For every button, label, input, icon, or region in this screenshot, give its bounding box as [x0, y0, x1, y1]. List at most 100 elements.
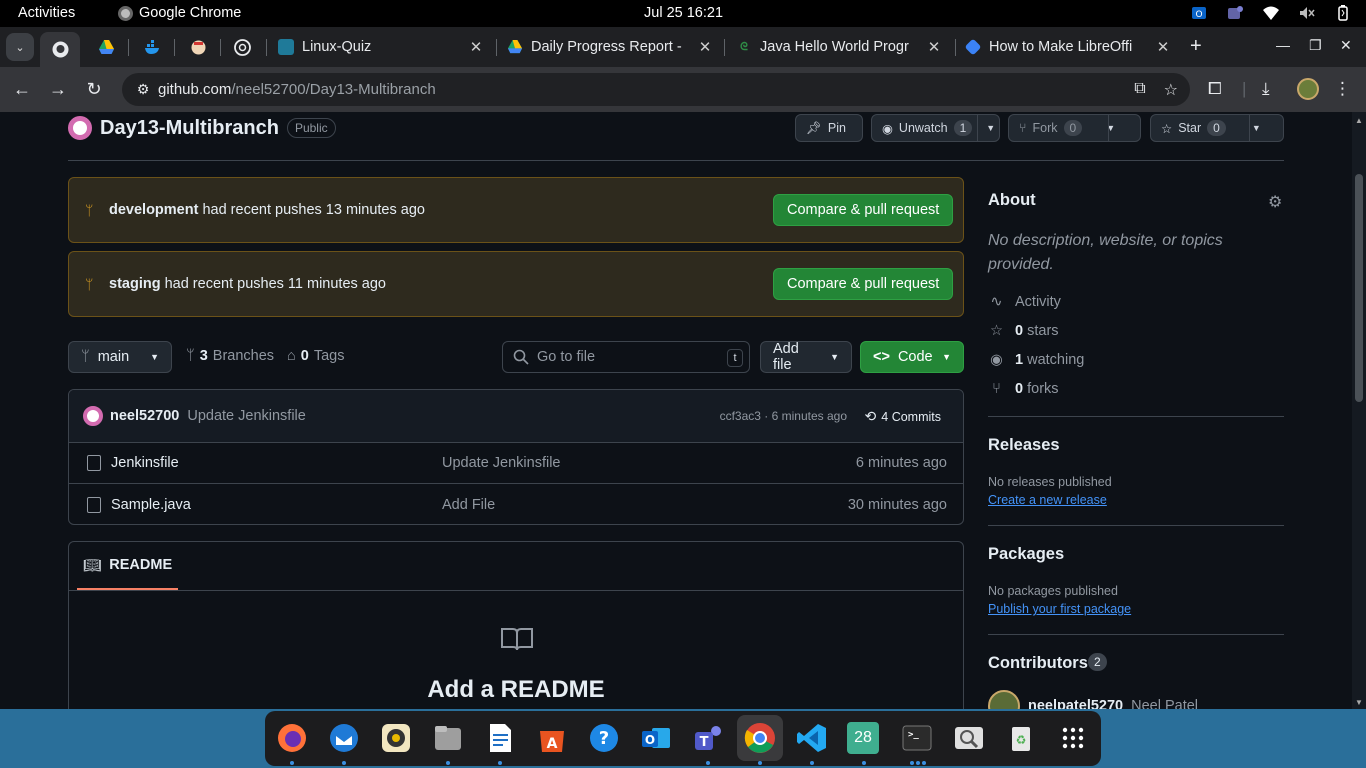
file-row[interactable]: Sample.java Add File 30 minutes ago: [69, 484, 963, 524]
show-apps-icon[interactable]: [1055, 720, 1091, 756]
forks-link[interactable]: ⑂ 0 forks: [988, 381, 1058, 397]
readme-tab[interactable]: 📖︎ README: [77, 542, 178, 590]
close-icon[interactable]: ✕: [926, 38, 942, 56]
contributor-avatar[interactable]: [988, 690, 1020, 709]
image-viewer-icon[interactable]: [951, 720, 987, 756]
branch-selector[interactable]: ᛘ main ▼: [68, 341, 172, 373]
new-tab-button[interactable]: +: [1190, 35, 1202, 58]
compare-pull-request-button[interactable]: Compare & pull request: [773, 268, 954, 300]
add-file-button[interactable]: Add file ▼: [760, 341, 852, 373]
owner-avatar[interactable]: [68, 116, 92, 140]
reload-button[interactable]: ↻: [83, 79, 105, 100]
firefox-icon[interactable]: [274, 720, 310, 756]
pinned-tab-docker[interactable]: [132, 32, 172, 62]
activities-button[interactable]: Activities: [18, 5, 75, 21]
wifi-icon[interactable]: [1262, 4, 1280, 22]
gear-icon[interactable]: ⚙: [1268, 192, 1282, 212]
tab-daily-progress-report[interactable]: Daily Progress Report - ✕: [507, 32, 713, 62]
forward-button[interactable]: →: [47, 79, 69, 100]
help-icon[interactable]: ?: [586, 720, 622, 756]
commit-message[interactable]: Update Jenkinsfile: [187, 408, 306, 424]
branch-name[interactable]: development: [109, 202, 198, 218]
rhythmbox-icon[interactable]: [378, 720, 414, 756]
contributor-item[interactable]: neelpatel5270 Neel Patel: [988, 690, 1198, 709]
file-row[interactable]: Jenkinsfile Update Jenkinsfile 6 minutes…: [69, 443, 963, 484]
close-icon[interactable]: ✕: [1155, 38, 1171, 56]
compare-pull-request-button[interactable]: Compare & pull request: [773, 194, 954, 226]
battery-icon[interactable]: [1334, 4, 1352, 22]
file-name[interactable]: Sample.java: [111, 497, 191, 513]
scrollbar-thumb[interactable]: [1355, 174, 1363, 402]
teams-icon[interactable]: T: [690, 720, 726, 756]
go-to-file-input[interactable]: Go to file t: [502, 341, 750, 373]
outlook-icon[interactable]: O: [638, 720, 674, 756]
repo-title[interactable]: Day13-Multibranch: [100, 117, 279, 140]
file-name[interactable]: Jenkinsfile: [111, 455, 179, 471]
chrome-icon[interactable]: [737, 715, 783, 761]
releases-heading[interactable]: Releases: [988, 436, 1060, 455]
commits-link[interactable]: ⟲ 4 Commits: [865, 408, 941, 425]
chrome-menu-icon[interactable]: ⋮: [1334, 79, 1351, 99]
back-button[interactable]: ←: [11, 79, 33, 100]
contributor-username[interactable]: neelpatel5270: [1028, 698, 1123, 709]
address-bar[interactable]: ⚙ github.com/neel52700/Day13-Multibranch…: [122, 73, 1190, 106]
file-commit-message[interactable]: Add File: [442, 497, 495, 513]
create-release-link[interactable]: Create a new release: [988, 493, 1107, 507]
branches-link[interactable]: ᛘ 3 Branches: [186, 348, 274, 364]
author-avatar[interactable]: [83, 406, 103, 426]
pinned-tab-chatgpt[interactable]: [222, 32, 262, 62]
commit-sha-time[interactable]: ccf3ac3 · 6 minutes ago: [720, 409, 847, 423]
maximize-button[interactable]: ❐: [1309, 37, 1322, 54]
unwatch-button[interactable]: ◉ Unwatch 1 ▼: [871, 114, 1000, 142]
star-button[interactable]: ☆ Star 0 ▼: [1150, 114, 1284, 142]
pinned-tab-jenkins[interactable]: [178, 32, 218, 62]
pinned-tab-github[interactable]: [40, 32, 80, 67]
close-icon[interactable]: ✕: [697, 38, 713, 56]
contributors-heading[interactable]: Contributors: [988, 654, 1088, 673]
activity-link[interactable]: ∿ Activity: [988, 294, 1061, 310]
app-menu[interactable]: Google Chrome: [118, 5, 241, 21]
thunderbird-icon[interactable]: [326, 720, 362, 756]
clock[interactable]: Jul 25 16:21: [644, 5, 723, 21]
install-app-icon[interactable]: ⧉: [1134, 80, 1145, 100]
watching-link[interactable]: ◉ 1 watching: [988, 352, 1084, 368]
trash-icon[interactable]: ♻: [1003, 720, 1039, 756]
code-button[interactable]: <> Code ▼: [860, 341, 964, 373]
app-center-icon[interactable]: A: [534, 720, 570, 756]
calendar-icon[interactable]: 28: [847, 722, 879, 754]
tab-linux-quiz[interactable]: Linux-Quiz ✕: [278, 32, 484, 62]
chevron-down-icon[interactable]: ▼: [986, 123, 995, 133]
fork-button[interactable]: ⑂ Fork 0 ▼: [1008, 114, 1141, 142]
libreoffice-writer-icon[interactable]: [482, 720, 518, 756]
files-icon[interactable]: [430, 720, 466, 756]
minimize-button[interactable]: —: [1276, 37, 1290, 53]
commit-author[interactable]: neel52700: [110, 408, 179, 424]
scroll-down-arrow[interactable]: ▼: [1355, 698, 1363, 707]
file-commit-message[interactable]: Update Jenkinsfile: [442, 455, 561, 471]
publish-package-link[interactable]: Publish your first package: [988, 602, 1131, 616]
extensions-icon[interactable]: ⧠: [1208, 79, 1222, 99]
teams-tray-icon[interactable]: [1226, 4, 1244, 22]
packages-heading[interactable]: Packages: [988, 545, 1064, 564]
tab-java-hello-world[interactable]: ᘓ Java Hello World Progr ✕: [736, 32, 942, 62]
tab-search-button[interactable]: ⌄: [6, 33, 34, 61]
site-info-icon[interactable]: ⚙: [128, 81, 158, 98]
close-window-button[interactable]: ✕: [1340, 37, 1352, 54]
branch-name[interactable]: staging: [109, 276, 161, 292]
pin-button[interactable]: 📌︎ Pin: [795, 114, 863, 142]
vscode-icon[interactable]: [794, 720, 830, 756]
system-tray[interactable]: O: [1190, 4, 1352, 22]
volume-muted-icon[interactable]: [1298, 4, 1316, 22]
tab-libreoffice-howto[interactable]: How to Make LibreOffi ✕: [965, 32, 1171, 62]
scroll-up-arrow[interactable]: ▲: [1355, 116, 1363, 125]
outlook-tray-icon[interactable]: O: [1190, 4, 1208, 22]
page-scrollbar[interactable]: ▲ ▼: [1352, 112, 1366, 709]
profile-avatar[interactable]: [1297, 78, 1319, 100]
pinned-tab-drive[interactable]: [86, 32, 126, 62]
bookmark-star-icon[interactable]: ☆: [1164, 80, 1178, 100]
downloads-icon[interactable]: ⤓: [1262, 79, 1270, 99]
terminal-icon[interactable]: >_: [899, 720, 935, 756]
tags-link[interactable]: ⌂ 0 Tags: [287, 348, 344, 364]
close-icon[interactable]: ✕: [468, 38, 484, 56]
chevron-down-icon[interactable]: ▼: [1252, 123, 1261, 133]
